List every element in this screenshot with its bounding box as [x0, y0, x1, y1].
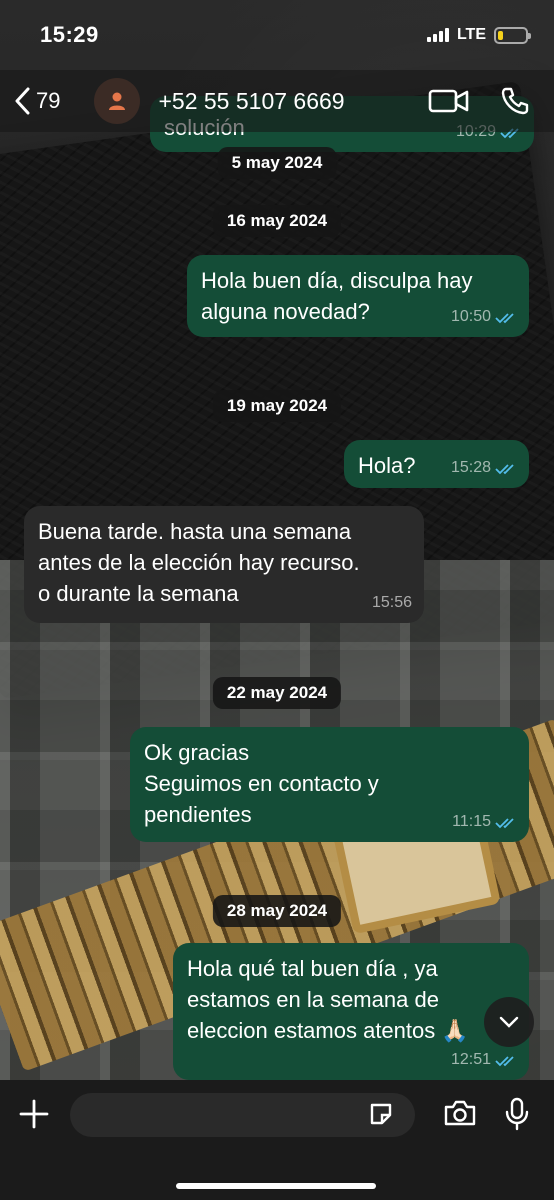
message-bubble-outgoing[interactable]: Hola? 15:28: [344, 440, 529, 488]
back-button[interactable]: 79: [14, 87, 60, 115]
home-indicator[interactable]: [176, 1183, 376, 1189]
header-actions: [428, 86, 530, 116]
sticker-icon[interactable]: [368, 1101, 394, 1127]
message-meta: 11:15: [452, 811, 517, 834]
date-separator: 16 may 2024: [212, 205, 342, 237]
message-bubble-outgoing[interactable]: Hola buen día, disculpa hay alguna noved…: [187, 255, 529, 337]
add-attachment-icon[interactable]: [18, 1098, 50, 1130]
read-ticks-icon: [495, 818, 514, 828]
chat-header: 79 +52 55 5107 6669: [0, 70, 554, 132]
message-meta: 12:51: [451, 1049, 517, 1072]
phone-call-icon[interactable]: [500, 86, 530, 116]
message-meta: 10:50: [451, 306, 517, 329]
status-time: 15:29: [40, 22, 99, 47]
status-indicators: LTE: [426, 26, 531, 44]
status-bar: 15:29 LTE: [0, 0, 554, 70]
message-text: Buena tarde. hasta una semana antes de l…: [38, 519, 360, 607]
date-separator: 28 may 2024: [212, 895, 342, 927]
date-separator: 22 may 2024: [212, 677, 342, 709]
read-ticks-icon: [495, 313, 514, 323]
message-time: 10:50: [450, 308, 491, 326]
chevron-down-icon: [499, 1016, 519, 1028]
person-icon: [109, 92, 126, 110]
scroll-to-bottom-button[interactable]: [484, 997, 534, 1047]
date-separator: 5 may 2024: [217, 147, 337, 179]
cellular-signal-icon: [426, 28, 449, 42]
message-input[interactable]: [70, 1093, 415, 1137]
message-time: 15:56: [371, 594, 412, 612]
camera-icon[interactable]: [443, 1099, 477, 1127]
battery-level: [498, 30, 503, 40]
chevron-left-icon: [15, 87, 30, 115]
battery-icon: [494, 26, 531, 44]
read-ticks-icon: [495, 1056, 514, 1066]
message-meta: 15:56: [372, 592, 412, 615]
message-meta: 15:28: [451, 457, 517, 480]
date-separator: 19 may 2024: [212, 390, 342, 422]
composer-bar: [0, 1080, 554, 1200]
video-call-icon[interactable]: [428, 88, 470, 114]
message-time: 15:28: [450, 459, 491, 477]
message-text: Hola qué tal buen día , ya estamos en la…: [187, 956, 469, 1044]
message-bubble-outgoing[interactable]: Hola qué tal buen día , ya estamos en la…: [173, 943, 529, 1080]
message-time: 12:51: [450, 1051, 491, 1069]
message-list[interactable]: solución 10:29 5 may 2024 16 may 2024 Ho…: [0, 0, 554, 1200]
avatar[interactable]: [94, 78, 141, 124]
microphone-icon[interactable]: [504, 1097, 530, 1131]
contact-name[interactable]: +52 55 5107 6669: [158, 88, 428, 115]
unread-count: 79: [36, 88, 61, 113]
message-bubble-outgoing[interactable]: Ok gracias Seguimos en contacto y pendie…: [130, 727, 529, 842]
message-bubble-incoming[interactable]: Buena tarde. hasta una semana antes de l…: [24, 506, 424, 623]
network-type: LTE: [456, 26, 486, 43]
read-ticks-icon: [495, 464, 514, 474]
message-time: 11:15: [452, 813, 491, 831]
